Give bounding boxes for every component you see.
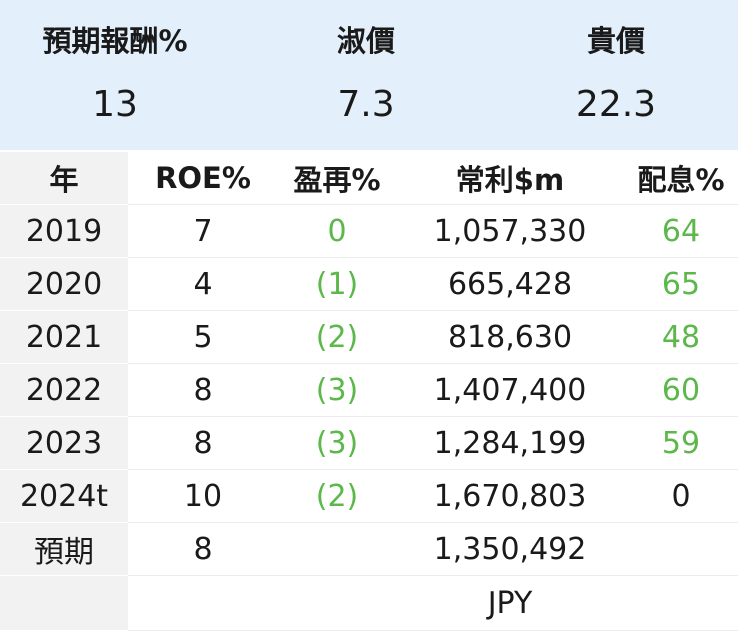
- expensive-price-label: 貴價: [586, 24, 645, 58]
- cell-profit: 665,428: [447, 266, 573, 302]
- table-row-forecast: 預期 8 1,350,492: [0, 522, 738, 576]
- cell-payout: 59: [661, 425, 701, 461]
- cheap-price-value: 7.3: [337, 84, 395, 125]
- col-header-profit: 常利$m: [455, 163, 565, 197]
- cell-empty: [624, 576, 738, 631]
- cell-reinvest: (2): [315, 478, 359, 514]
- cell-reinvest: 0: [327, 213, 347, 249]
- table-row: 2022 8 (3) 1,407,400 60: [0, 363, 738, 417]
- cell-roe: 8: [193, 531, 213, 567]
- cell-year: 2020: [0, 257, 128, 311]
- cell-reinvest: [278, 523, 396, 576]
- cell-empty: [128, 576, 278, 631]
- cell-year: 預期: [0, 522, 128, 576]
- cell-year: 2019: [0, 204, 128, 258]
- cell-year: 2022: [0, 363, 128, 417]
- valuation-summary: 預期報酬% 13 淑價 7.3 貴價 22.3: [0, 0, 738, 150]
- expected-return-value: 13: [92, 84, 138, 125]
- col-header-reinvest: 盈再%: [293, 163, 381, 197]
- cell-roe: 5: [193, 319, 213, 355]
- table-row: 2021 5 (2) 818,630 48: [0, 310, 738, 364]
- cell-profit: 1,057,330: [433, 213, 587, 249]
- cell-roe: 8: [193, 425, 213, 461]
- cell-reinvest: (1): [315, 266, 359, 302]
- cell-profit: 818,630: [447, 319, 573, 355]
- table-header-row: 年 ROE% 盈再% 常利$m 配息%: [0, 152, 738, 205]
- cell-year: 2024t: [0, 469, 128, 523]
- cell-payout: 60: [661, 372, 701, 408]
- cell-reinvest: (3): [315, 425, 359, 461]
- cell-payout: [624, 523, 738, 576]
- cell-empty: [278, 576, 396, 631]
- col-header-payout: 配息%: [637, 163, 725, 197]
- cell-reinvest: (2): [315, 319, 359, 355]
- currency-row: JPY: [0, 575, 738, 631]
- cheap-price-label: 淑價: [336, 24, 395, 58]
- cell-profit: 1,670,803: [433, 478, 587, 514]
- cell-payout: 65: [661, 266, 701, 302]
- col-header-roe: ROE%: [155, 161, 251, 195]
- cell-payout: 48: [661, 319, 701, 355]
- cell-roe: 4: [193, 266, 213, 302]
- cell-payout: 0: [671, 478, 691, 514]
- cell-year: 2021: [0, 310, 128, 364]
- cell-roe: 10: [183, 478, 223, 514]
- expected-return-label: 預期報酬%: [42, 24, 188, 58]
- cell-profit: 1,284,199: [433, 425, 587, 461]
- financial-table: 年 ROE% 盈再% 常利$m 配息% 2019 7 0 1,057,330 6…: [0, 152, 738, 631]
- table-row: 2020 4 (1) 665,428 65: [0, 257, 738, 311]
- expensive-price-value: 22.3: [575, 84, 657, 125]
- cell-reinvest: (3): [315, 372, 359, 408]
- cell-year-empty: [0, 575, 128, 631]
- table-row: 2024t 10 (2) 1,670,803 0: [0, 469, 738, 523]
- cell-roe: 7: [193, 213, 213, 249]
- col-header-year: 年: [0, 152, 128, 205]
- table-row: 2023 8 (3) 1,284,199 59: [0, 416, 738, 470]
- cell-profit: 1,350,492: [433, 531, 587, 567]
- cell-roe: 8: [193, 372, 213, 408]
- table-row: 2019 7 0 1,057,330 64: [0, 204, 738, 258]
- currency-label: JPY: [487, 585, 533, 621]
- cell-year: 2023: [0, 416, 128, 470]
- cell-profit: 1,407,400: [433, 372, 587, 408]
- cell-payout: 64: [661, 213, 701, 249]
